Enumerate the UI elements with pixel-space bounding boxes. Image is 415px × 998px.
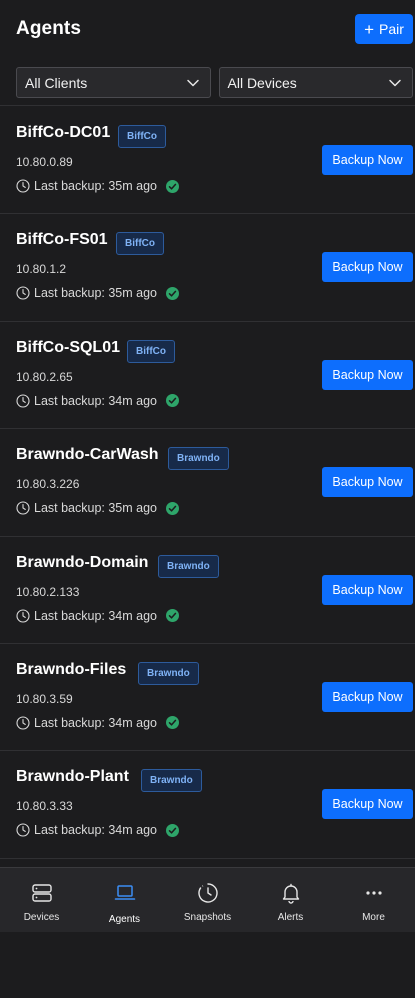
agent-row[interactable]: Brawndo-Plant Brawndo 10.80.3.33 Last ba…: [0, 751, 415, 859]
pair-button[interactable]: + Pair: [355, 14, 413, 44]
pair-button-label: Pair: [379, 21, 404, 37]
last-backup-text: Last backup: 35m ago: [34, 286, 157, 301]
success-check-icon: [166, 286, 179, 300]
bottom-tab-bar: Devices Agents Snapshots Alerts More: [0, 867, 415, 932]
clock-icon: [16, 823, 30, 837]
tab-more-label: More: [362, 912, 385, 923]
app-header: Agents + Pair: [0, 0, 415, 58]
agent-ip: 10.80.2.65: [16, 369, 73, 384]
chevron-down-icon: [186, 79, 199, 86]
backup-status: Last backup: 35m ago: [16, 179, 179, 193]
clock-icon: [16, 609, 30, 623]
client-filter-value: All Clients: [25, 74, 88, 91]
bell-icon: [282, 883, 299, 904]
tab-more[interactable]: More: [332, 868, 415, 932]
agent-name[interactable]: BiffCo-SQL01: [16, 339, 120, 357]
last-backup-text: Last backup: 34m ago: [34, 393, 157, 408]
backup-status: Last backup: 35m ago: [16, 501, 179, 515]
tab-alerts-label: Alerts: [277, 912, 304, 923]
client-badge: BiffCo: [127, 339, 175, 363]
success-check-icon: [166, 716, 179, 730]
clock-icon: [16, 179, 30, 193]
chevron-down-icon: [389, 79, 401, 86]
agent-row[interactable]: BiffCo-DC01 BiffCo 10.80.0.89 Last backu…: [0, 107, 415, 215]
agent-name[interactable]: Brawndo-Files: [16, 661, 126, 679]
plus-icon: +: [364, 19, 375, 39]
clock-icon: [16, 394, 30, 408]
success-check-icon: [166, 394, 179, 408]
tab-devices[interactable]: Devices: [0, 868, 83, 932]
agent-row[interactable]: Brawndo-CarWash Brawndo 10.80.3.226 Last…: [0, 429, 415, 537]
agent-ip: 10.80.1.2: [16, 262, 67, 277]
clock-icon: [16, 501, 30, 515]
tab-snapshots-label: Snapshots: [183, 912, 232, 923]
agent-ip: 10.80.3.33: [16, 799, 73, 814]
client-badge: Brawndo: [138, 661, 199, 685]
backup-status: Last backup: 34m ago: [16, 716, 179, 730]
client-badge: Brawndo: [141, 769, 202, 793]
success-check-icon: [166, 501, 179, 515]
client-badge: Brawndo: [168, 447, 229, 471]
backup-status: Last backup: 35m ago: [16, 286, 179, 300]
server-icon: [31, 884, 52, 902]
laptop-icon: [114, 885, 135, 900]
backup-now-button[interactable]: Backup Now: [322, 359, 413, 390]
client-filter-select[interactable]: All Clients: [16, 67, 211, 98]
backup-now-button[interactable]: Backup Now: [322, 681, 413, 712]
clock-icon: [16, 716, 30, 730]
backup-status: Last backup: 34m ago: [16, 609, 179, 623]
client-badge: BiffCo: [118, 125, 166, 148]
clock-icon: [16, 286, 30, 300]
agent-row[interactable]: Brawndo-Files Brawndo 10.80.3.59 Last ba…: [0, 644, 415, 752]
agent-name[interactable]: BiffCo-FS01: [16, 231, 108, 249]
history-clock-icon: [197, 883, 218, 903]
last-backup-text: Last backup: 34m ago: [34, 715, 157, 730]
agent-row[interactable]: BiffCo-FS01 BiffCo 10.80.1.2 Last backup…: [0, 214, 415, 322]
tab-devices-label: Devices: [23, 912, 60, 923]
agent-list: BiffCo-DC01 BiffCo 10.80.0.89 Last backu…: [0, 107, 415, 859]
agent-name[interactable]: Brawndo-CarWash: [16, 446, 159, 464]
success-check-icon: [166, 179, 179, 193]
agent-row[interactable]: Brawndo-Domain Brawndo 10.80.2.133 Last …: [0, 537, 415, 644]
tab-agents[interactable]: Agents: [83, 868, 166, 932]
backup-status: Last backup: 34m ago: [16, 823, 179, 837]
tab-agents-label: Agents: [108, 914, 141, 925]
success-check-icon: [166, 823, 179, 837]
tab-snapshots[interactable]: Snapshots: [166, 868, 249, 932]
backup-now-button[interactable]: Backup Now: [322, 574, 413, 605]
agent-ip: 10.80.3.59: [16, 691, 73, 706]
backup-now-button[interactable]: Backup Now: [322, 789, 413, 820]
agent-ip: 10.80.0.89: [16, 155, 73, 169]
agent-name[interactable]: BiffCo-DC01: [16, 124, 110, 142]
last-backup-text: Last backup: 34m ago: [34, 608, 157, 623]
tab-alerts[interactable]: Alerts: [249, 868, 332, 932]
last-backup-text: Last backup: 35m ago: [34, 501, 157, 516]
filter-bar: All Clients All Devices: [0, 58, 415, 106]
backup-status: Last backup: 34m ago: [16, 394, 179, 408]
agent-name[interactable]: Brawndo-Plant: [16, 768, 129, 786]
device-filter-value: All Devices: [227, 74, 297, 91]
agent-row[interactable]: BiffCo-SQL01 BiffCo 10.80.2.65 Last back…: [0, 322, 415, 430]
backup-now-button[interactable]: Backup Now: [322, 145, 413, 175]
backup-now-button[interactable]: Backup Now: [322, 252, 413, 283]
last-backup-text: Last backup: 34m ago: [34, 823, 157, 838]
page-title: Agents: [16, 18, 81, 39]
success-check-icon: [166, 609, 179, 623]
agent-ip: 10.80.2.133: [16, 584, 80, 599]
more-dots-icon: [365, 891, 382, 895]
last-backup-text: Last backup: 35m ago: [34, 179, 157, 193]
device-filter-select[interactable]: All Devices: [218, 67, 413, 98]
client-badge: Brawndo: [158, 554, 219, 578]
agent-name[interactable]: Brawndo-Domain: [16, 554, 148, 572]
agent-ip: 10.80.3.226: [16, 477, 80, 492]
backup-now-button[interactable]: Backup Now: [322, 467, 413, 498]
client-badge: BiffCo: [116, 232, 164, 256]
